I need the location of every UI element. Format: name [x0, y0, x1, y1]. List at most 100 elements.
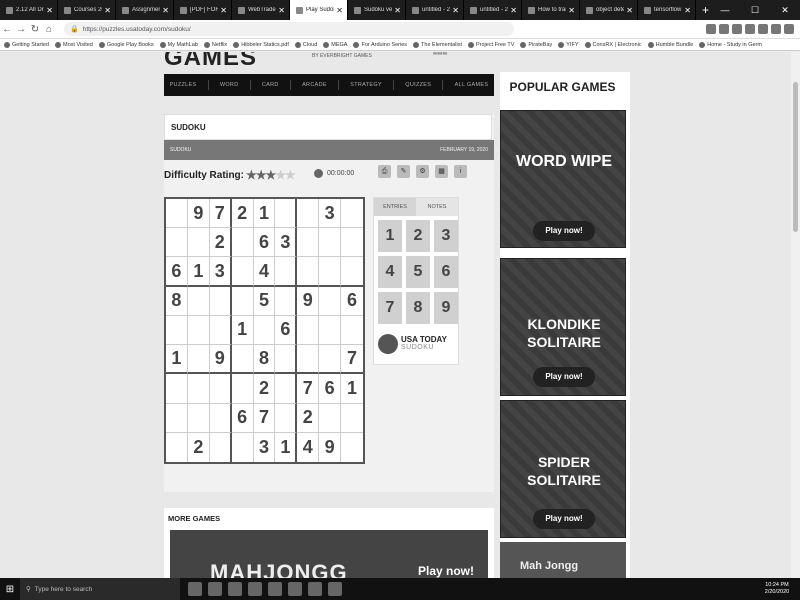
sudoku-cell[interactable]	[297, 199, 320, 229]
number-button[interactable]: 2	[406, 220, 430, 252]
app-icon[interactable]	[328, 582, 342, 596]
sudoku-cell[interactable]	[166, 315, 188, 346]
sudoku-cell[interactable]: 6	[341, 287, 363, 316]
sudoku-cell[interactable]	[209, 286, 232, 316]
extension-icon[interactable]	[706, 24, 716, 34]
sudoku-cell[interactable]	[166, 374, 188, 404]
close-icon[interactable]: ✕	[278, 6, 285, 15]
browser-tab[interactable]: object detecti✕	[580, 0, 638, 20]
sudoku-cell[interactable]: 2	[297, 403, 320, 433]
sudoku-cell[interactable]	[341, 404, 363, 433]
settings-icon[interactable]: ⚙	[416, 165, 429, 178]
bookmark-item[interactable]: Netflix	[203, 41, 227, 48]
bookmark-item[interactable]: My MathLab	[159, 41, 198, 48]
browser-tab[interactable]: Play Sudoku✕	[290, 0, 348, 20]
sudoku-cell[interactable]: 2	[253, 374, 276, 404]
scrollbar-thumb[interactable]	[793, 82, 798, 232]
extension-icon[interactable]	[758, 24, 768, 34]
sudoku-cell[interactable]	[209, 374, 232, 404]
word-wipe-promo[interactable]: WORD WIPE Play now!	[500, 110, 626, 248]
bookmark-item[interactable]: MEGA	[323, 41, 347, 48]
sudoku-cell[interactable]: 1	[166, 345, 188, 375]
extension-icon[interactable]	[719, 24, 729, 34]
sudoku-cell[interactable]: 3	[254, 432, 276, 462]
extension-icon[interactable]	[745, 24, 755, 34]
sudoku-cell[interactable]	[319, 286, 342, 316]
sudoku-cell[interactable]	[166, 228, 188, 258]
browser-tab[interactable]: untitled - 2020✕	[464, 0, 522, 20]
spider-promo[interactable]: SPIDER SOLITAIRE Play now!	[500, 400, 626, 538]
number-button[interactable]: 7	[378, 292, 402, 324]
sudoku-cell[interactable]: 3	[275, 228, 298, 258]
forward-icon[interactable]: →	[14, 24, 28, 35]
windows-start-icon[interactable]: ⊞	[0, 578, 20, 600]
sudoku-cell[interactable]: 6	[231, 403, 254, 433]
sudoku-cell[interactable]	[231, 374, 254, 404]
close-icon[interactable]: ✕	[104, 6, 111, 15]
sudoku-cell[interactable]	[231, 286, 254, 316]
sudoku-cell[interactable]: 5	[253, 286, 276, 316]
bookmark-item[interactable]: Most Visited	[55, 41, 93, 48]
bookmark-item[interactable]: Hibbeler Statics.pdf	[233, 41, 289, 48]
info-icon[interactable]: i	[454, 165, 467, 178]
firefox-icon[interactable]	[228, 582, 242, 596]
sudoku-cell[interactable]	[166, 403, 188, 433]
play-now-button[interactable]: Play now!	[533, 367, 595, 387]
home-icon[interactable]: ⌂	[42, 24, 56, 35]
sudoku-cell[interactable]	[341, 228, 363, 258]
app-icon[interactable]	[248, 582, 262, 596]
sudoku-cell[interactable]	[319, 315, 342, 346]
sudoku-cell[interactable]	[253, 315, 276, 346]
bookmark-item[interactable]: PirateBay	[520, 41, 552, 48]
nav-item[interactable]: PUZZLES	[170, 82, 197, 88]
app-icon[interactable]	[208, 582, 222, 596]
task-view-icon[interactable]	[188, 582, 202, 596]
bookmark-item[interactable]: Project Free TV	[468, 41, 514, 48]
extension-icon[interactable]	[771, 24, 781, 34]
close-icon[interactable]: ✕	[452, 6, 459, 15]
sudoku-cell[interactable]: 9	[187, 199, 210, 229]
nav-item[interactable]: ALL GAMES	[455, 82, 489, 88]
sudoku-cell[interactable]: 8	[253, 345, 276, 375]
sudoku-cell[interactable]: 1	[341, 374, 363, 404]
sudoku-cell[interactable]: 1	[187, 257, 210, 287]
sudoku-cell[interactable]: 6	[166, 257, 188, 287]
close-icon[interactable]: ✕	[220, 6, 227, 15]
sudoku-cell[interactable]	[297, 257, 320, 287]
browser-tab[interactable]: Sudoku very d✕	[348, 0, 406, 20]
tab-notes[interactable]: NOTES	[416, 198, 458, 216]
sudoku-cell[interactable]	[187, 345, 210, 375]
number-button[interactable]: 9	[434, 292, 458, 324]
sudoku-cell[interactable]: 2	[231, 199, 254, 229]
sudoku-cell[interactable]	[187, 315, 210, 346]
sudoku-cell[interactable]: 7	[341, 345, 363, 375]
number-button[interactable]: 5	[406, 256, 430, 288]
sudoku-cell[interactable]	[187, 374, 210, 404]
close-icon[interactable]: ✕	[510, 6, 517, 15]
taskbar-clock[interactable]: 10:24 PM 2/20/2020	[760, 582, 800, 596]
sudoku-cell[interactable]	[319, 345, 342, 375]
bookmark-item[interactable]: Home - Study in Germ	[699, 41, 762, 48]
play-now-button[interactable]: Play now!	[533, 221, 595, 241]
bookmark-item[interactable]: Getting Started	[4, 41, 49, 48]
nav-item[interactable]: ARCADE	[302, 82, 327, 88]
sudoku-cell[interactable]	[187, 403, 210, 433]
sudoku-cell[interactable]	[319, 257, 342, 287]
sudoku-cell[interactable]	[275, 374, 298, 404]
taskbar-search[interactable]: ⚲ Type here to search	[20, 578, 180, 600]
sudoku-cell[interactable]	[275, 286, 298, 316]
browser-tab[interactable]: [PDF] FORECA✕	[174, 0, 232, 20]
browser-tab[interactable]: Assignment 5✕	[116, 0, 174, 20]
bookmark-item[interactable]: ConsRX | Electronic	[584, 41, 642, 48]
tab-entries[interactable]: ENTRIES	[374, 198, 416, 216]
sudoku-cell[interactable]	[232, 432, 254, 462]
sudoku-cell[interactable]	[231, 345, 254, 375]
sudoku-cell[interactable]: 6	[275, 315, 298, 346]
menu-icon[interactable]	[784, 24, 794, 34]
sudoku-cell[interactable]	[297, 315, 320, 346]
play-now-button[interactable]: Play now!	[533, 509, 595, 529]
site-logo[interactable]: GAMES	[164, 52, 257, 72]
sudoku-cell[interactable]	[297, 228, 320, 258]
sudoku-cell[interactable]	[166, 199, 188, 229]
sudoku-cell[interactable]: 7	[297, 374, 320, 404]
